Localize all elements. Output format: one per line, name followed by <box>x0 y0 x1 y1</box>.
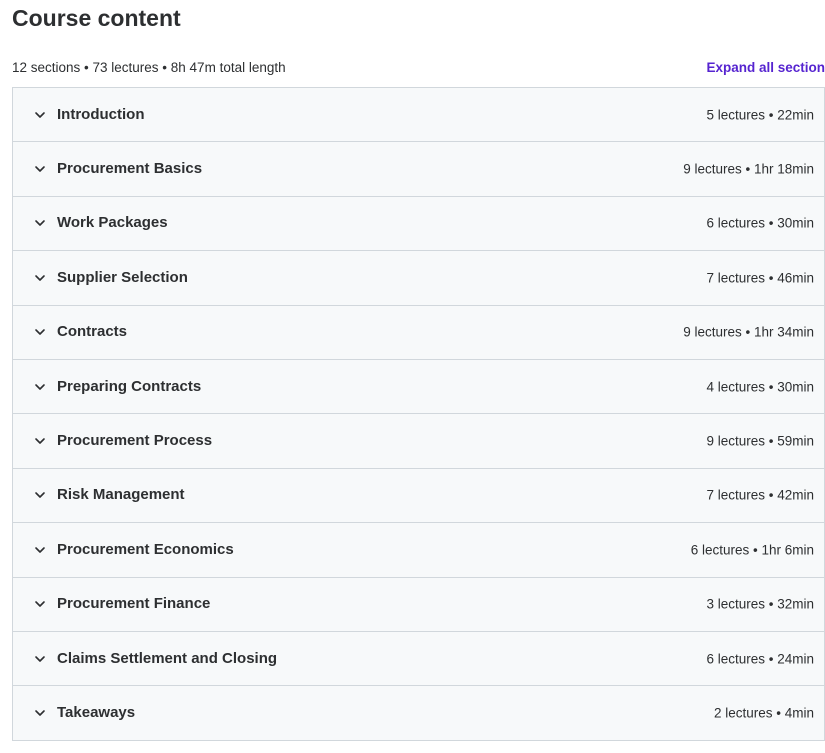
page-title: Course content <box>12 5 181 31</box>
section-title: Supplier Selection <box>57 269 188 287</box>
section-header[interactable]: Procurement Finance 3 lectures • 32min <box>12 577 825 632</box>
section-header[interactable]: Introduction 5 lectures • 22min <box>12 88 825 143</box>
section-header[interactable]: Claims Settlement and Closing 6 lectures… <box>12 631 825 687</box>
section-header[interactable]: Takeaways 2 lectures • 4min <box>12 686 825 741</box>
section-meta: 9 lectures • 1hr 18min <box>683 161 814 177</box>
section-title: Preparing Contracts <box>57 377 202 395</box>
chevron-down-icon <box>33 162 47 176</box>
section-header[interactable]: Risk Management 7 lectures • 42min <box>12 468 825 524</box>
section-title: Procurement Economics <box>57 540 234 558</box>
chevron-down-icon <box>33 216 47 230</box>
chevron-down-icon <box>33 108 47 122</box>
section-header[interactable]: Procurement Basics 9 lectures • 1hr 18mi… <box>12 142 825 197</box>
chevron-down-icon <box>33 380 47 394</box>
section-meta: 7 lectures • 46min <box>706 270 814 286</box>
section-meta: 7 lectures • 42min <box>706 487 814 503</box>
section-list: Introduction 5 lectures • 22min Procurem… <box>12 87 825 741</box>
section-meta: 3 lectures • 32min <box>706 596 814 612</box>
section-title: Work Packages <box>57 214 168 232</box>
section-meta: 6 lectures • 24min <box>706 651 814 667</box>
section-header[interactable]: Procurement Economics 6 lectures • 1hr 6… <box>12 523 825 578</box>
section-title: Takeaways <box>57 704 136 722</box>
section-meta: 4 lectures • 30min <box>706 379 814 395</box>
chevron-down-icon <box>33 543 47 557</box>
section-header[interactable]: Supplier Selection 7 lectures • 46min <box>12 251 825 306</box>
section-meta: 9 lectures • 59min <box>706 433 814 449</box>
chevron-down-icon <box>33 434 47 448</box>
section-meta: 6 lectures • 30min <box>706 215 814 231</box>
section-meta: 2 lectures • 4min <box>713 705 814 721</box>
section-header[interactable]: Contracts 9 lectures • 1hr 34min <box>12 305 825 360</box>
section-title: Procurement Finance <box>57 595 211 613</box>
chevron-down-icon <box>33 597 47 611</box>
chevron-down-icon <box>33 488 47 502</box>
course-summary-row: 12 sections • 73 lectures • 8h 47m total… <box>12 58 825 78</box>
chevron-down-icon <box>33 652 47 666</box>
section-title: Procurement Process <box>57 432 213 450</box>
section-title: Procurement Basics <box>57 160 203 178</box>
section-title: Contracts <box>57 323 128 341</box>
section-meta: 9 lectures • 1hr 34min <box>683 324 814 340</box>
section-title: Claims Settlement and Closing <box>57 649 278 667</box>
section-header[interactable]: Preparing Contracts 4 lectures • 30min <box>12 359 825 415</box>
chevron-down-icon <box>33 706 47 720</box>
section-header[interactable]: Work Packages 6 lectures • 30min <box>12 196 825 252</box>
section-title: Introduction <box>57 105 145 123</box>
chevron-down-icon <box>33 271 47 285</box>
expand-all-sections-button[interactable]: Expand all section <box>706 58 825 78</box>
chevron-down-icon <box>33 325 47 339</box>
section-meta: 5 lectures • 22min <box>706 107 814 123</box>
section-meta: 6 lectures • 1hr 6min <box>690 542 814 558</box>
section-title: Risk Management <box>57 486 185 504</box>
section-header[interactable]: Procurement Process 9 lectures • 59min <box>12 414 825 469</box>
course-summary: 12 sections • 73 lectures • 8h 47m total… <box>12 60 286 75</box>
